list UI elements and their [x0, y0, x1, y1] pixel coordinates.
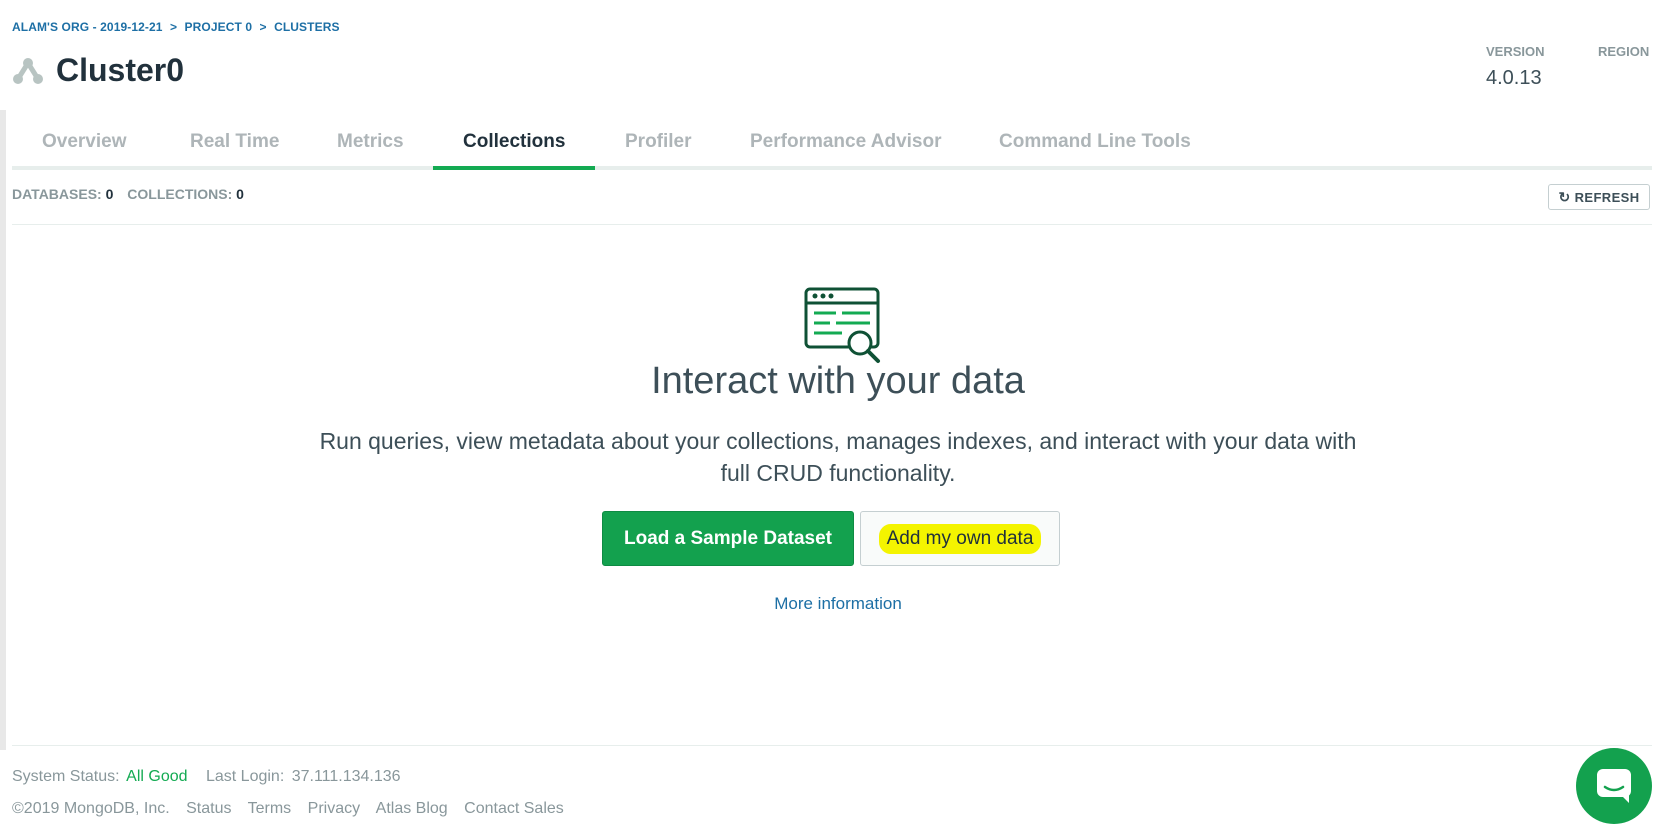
tab-command-line-tools[interactable]: Command Line Tools — [969, 118, 1221, 166]
collection-stats: DATABASES: 0 COLLECTIONS: 0 — [12, 186, 254, 202]
breadcrumb-separator: > — [169, 20, 178, 34]
region-label: REGION — [1598, 44, 1650, 59]
breadcrumb-project[interactable]: PROJECT 0 — [185, 20, 253, 34]
breadcrumb: ALAM'S ORG - 2019-12-21 > PROJECT 0 > CL… — [12, 20, 344, 34]
load-sample-dataset-button[interactable]: Load a Sample Dataset — [602, 511, 854, 566]
breadcrumb-clusters[interactable]: CLUSTERS — [274, 20, 339, 34]
collections-count: 0 — [236, 186, 244, 202]
add-my-own-data-button[interactable]: Add my own data — [860, 511, 1060, 566]
footer-link-contact-sales[interactable]: Contact Sales — [464, 800, 564, 817]
footer-link-privacy[interactable]: Privacy — [308, 800, 360, 817]
region-block: REGION — [1598, 44, 1649, 59]
databases-label: DATABASES: — [12, 186, 102, 202]
chat-icon — [1597, 769, 1631, 803]
footer-divider — [12, 745, 1652, 746]
system-status-value[interactable]: All Good — [126, 768, 187, 785]
page-title: Cluster0 — [56, 52, 185, 88]
footer-links: ©2019 MongoDB, Inc. Status Terms Privacy… — [12, 800, 576, 818]
tab-performance-advisor[interactable]: Performance Advisor — [720, 118, 971, 166]
empty-state-title: Interact with your data — [651, 360, 1025, 402]
footer-link-terms[interactable]: Terms — [248, 800, 292, 817]
last-login-value: 37.111.134.136 — [291, 768, 401, 785]
refresh-button[interactable]: ↻ REFRESH — [1548, 184, 1650, 210]
breadcrumb-separator: > — [259, 20, 267, 34]
divider — [12, 224, 1652, 225]
refresh-label: REFRESH — [1574, 189, 1640, 205]
cluster-icon — [13, 57, 43, 84]
version-label: VERSION — [1486, 44, 1545, 59]
tab-metrics[interactable]: Metrics — [307, 118, 434, 166]
version-block: VERSION 4.0.13 — [1486, 44, 1545, 90]
left-edge-rule — [0, 110, 6, 750]
tab-overview[interactable]: Overview — [12, 118, 157, 166]
page-header: Cluster0 — [12, 52, 184, 89]
tab-real-time[interactable]: Real Time — [160, 118, 309, 166]
collections-label: COLLECTIONS: — [127, 186, 233, 202]
breadcrumb-org[interactable]: ALAM'S ORG - 2019-12-21 — [12, 20, 163, 34]
last-login-label: Last Login: — [205, 768, 285, 785]
tab-collections[interactable]: Collections — [433, 118, 596, 170]
footer-status: System Status: All Good Last Login: 37.1… — [12, 768, 401, 786]
cluster-tabs: Overview Real Time Metrics Collections P… — [12, 118, 1652, 170]
footer-link-status[interactable]: Status — [186, 800, 231, 817]
version-value: 4.0.13 — [1486, 67, 1542, 89]
chat-button[interactable] — [1576, 748, 1652, 824]
empty-state-description: Run queries, view metadata about your co… — [319, 428, 1357, 486]
databases-count: 0 — [105, 186, 114, 202]
data-browser-search-icon — [804, 287, 880, 363]
add-my-own-data-label: Add my own data — [878, 523, 1042, 554]
more-information-link[interactable]: More information — [0, 594, 1676, 614]
tab-profiler[interactable]: Profiler — [595, 118, 722, 166]
refresh-icon: ↻ — [1558, 188, 1571, 205]
footer-link-atlas-blog[interactable]: Atlas Blog — [376, 800, 448, 817]
copyright: ©2019 MongoDB, Inc. — [12, 800, 170, 817]
system-status-label: System Status: — [12, 768, 120, 785]
